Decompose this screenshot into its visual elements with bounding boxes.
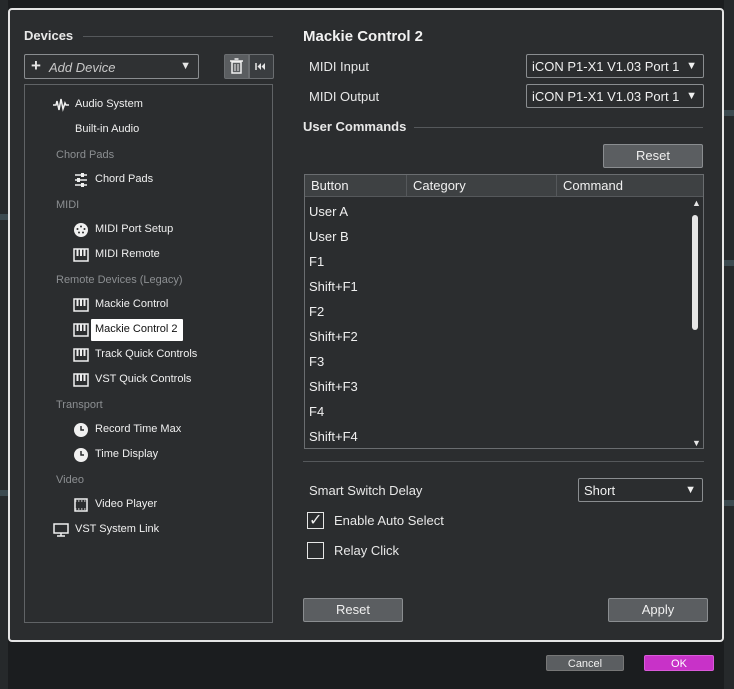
smart-switch-delay-value: Short	[584, 483, 616, 498]
smart-switch-delay-select[interactable]: Short ▼	[578, 478, 703, 502]
tree-category-transport: Transport	[56, 399, 103, 411]
tree-category-video: Video	[56, 474, 84, 486]
tree-item-label: Track Quick Controls	[95, 348, 198, 360]
add-device-dropdown[interactable]: + Add Device ▼	[24, 54, 199, 79]
column-header-command[interactable]: Command	[557, 175, 703, 197]
device-tree: Audio System Built-in Audio Chord Pads C…	[24, 84, 273, 623]
tree-item-label: Mackie Control	[95, 298, 169, 310]
tree-item-label: Time Display	[95, 448, 159, 460]
scroll-down-icon[interactable]: ▼	[692, 438, 701, 448]
tree-category-chord-pads: Chord Pads	[56, 149, 115, 161]
keyboard-icon	[73, 298, 89, 312]
trash-icon	[230, 58, 243, 74]
reset-commands-button[interactable]: Reset	[603, 144, 703, 168]
table-row[interactable]: F1	[309, 254, 324, 269]
device-setup-dialog: Devices + Add Device ▼ Audio System Buil…	[8, 8, 724, 642]
checkmark-icon: ✓	[309, 510, 323, 529]
table-row[interactable]: Shift+F1	[309, 279, 358, 294]
caret-down-icon: ▼	[686, 60, 697, 72]
caret-down-icon: ▼	[180, 60, 191, 72]
sliders-icon	[75, 173, 87, 187]
caret-down-icon: ▼	[685, 484, 696, 496]
scroll-up-icon[interactable]: ▲	[692, 198, 701, 208]
table-scrollbar[interactable]: ▲ ▼	[689, 197, 703, 448]
tree-item-label: Audio System	[75, 98, 143, 110]
table-row[interactable]: User B	[309, 229, 349, 244]
table-row[interactable]: User A	[309, 204, 348, 219]
reset-button[interactable]: Reset	[303, 598, 403, 622]
tree-item-label: Video Player	[95, 498, 158, 510]
caret-down-icon: ▼	[686, 90, 697, 102]
device-title: Mackie Control 2	[303, 28, 424, 45]
column-header-category[interactable]: Category	[407, 175, 557, 197]
midi-output-select[interactable]: iCON P1-X1 V1.03 Port 1 ▼	[526, 84, 704, 108]
relay-click-label: Relay Click	[334, 543, 400, 558]
midi-input-value: iCON P1-X1 V1.03 Port 1	[532, 59, 680, 74]
clock-icon	[74, 423, 88, 437]
background-strip-right	[724, 0, 734, 689]
monitor-icon	[53, 523, 69, 537]
apply-button[interactable]: Apply	[608, 598, 708, 622]
skip-back-icon	[255, 63, 265, 70]
keyboard-icon	[73, 373, 89, 387]
plus-icon: +	[31, 56, 41, 75]
midi-port-icon	[74, 223, 88, 237]
background-strip-left	[0, 0, 8, 689]
table-row[interactable]: Shift+F3	[309, 379, 358, 394]
keyboard-icon	[73, 248, 89, 262]
column-header-button[interactable]: Button	[305, 175, 407, 197]
cancel-button[interactable]: Cancel	[546, 655, 624, 671]
tree-item-label: MIDI Remote	[95, 248, 160, 260]
user-commands-table: Button Category Command User A User B F1…	[304, 174, 704, 449]
enable-auto-select-checkbox[interactable]: ✓	[307, 510, 324, 529]
table-row[interactable]: F4	[309, 404, 324, 419]
tree-item-label: MIDI Port Setup	[95, 223, 174, 235]
midi-input-label: MIDI Input	[309, 59, 369, 74]
user-commands-rule	[414, 127, 703, 128]
keyboard-icon	[73, 323, 89, 337]
tree-item-label: Built-in Audio	[75, 123, 140, 135]
reset-device-button[interactable]	[249, 54, 274, 79]
table-row[interactable]: F3	[309, 354, 324, 369]
relay-click-checkbox[interactable]	[307, 542, 324, 559]
tree-item-label: Chord Pads	[95, 173, 154, 185]
table-row[interactable]: Shift+F2	[309, 329, 358, 344]
tree-category-remote-devices: Remote Devices (Legacy)	[56, 274, 183, 286]
enable-auto-select-label: Enable Auto Select	[334, 513, 444, 528]
tree-item-label: Mackie Control 2	[95, 323, 178, 335]
ok-button[interactable]: OK	[644, 655, 714, 671]
tree-item-label: VST System Link	[75, 523, 160, 535]
film-icon	[74, 498, 88, 512]
user-commands-title: User Commands	[303, 119, 407, 134]
add-device-label: Add Device	[49, 60, 116, 75]
scrollbar-thumb[interactable]	[692, 215, 698, 330]
clock-icon	[74, 448, 88, 462]
tree-category-midi: MIDI	[56, 199, 80, 211]
midi-output-label: MIDI Output	[309, 89, 380, 104]
options-divider	[303, 461, 704, 462]
waveform-icon	[53, 98, 69, 112]
devices-title: Devices	[24, 28, 74, 43]
tree-item-label: VST Quick Controls	[95, 373, 192, 385]
midi-output-value: iCON P1-X1 V1.03 Port 1	[532, 89, 680, 104]
table-row[interactable]: F2	[309, 304, 324, 319]
midi-input-select[interactable]: iCON P1-X1 V1.03 Port 1 ▼	[526, 54, 704, 78]
delete-device-button[interactable]	[224, 54, 249, 79]
devices-title-rule	[83, 36, 273, 37]
smart-switch-delay-label: Smart Switch Delay	[309, 483, 423, 498]
table-header: Button Category Command	[305, 175, 703, 197]
table-row[interactable]: Shift+F4	[309, 429, 358, 444]
tree-item-label: Record Time Max	[95, 423, 182, 435]
keyboard-icon	[73, 348, 89, 362]
